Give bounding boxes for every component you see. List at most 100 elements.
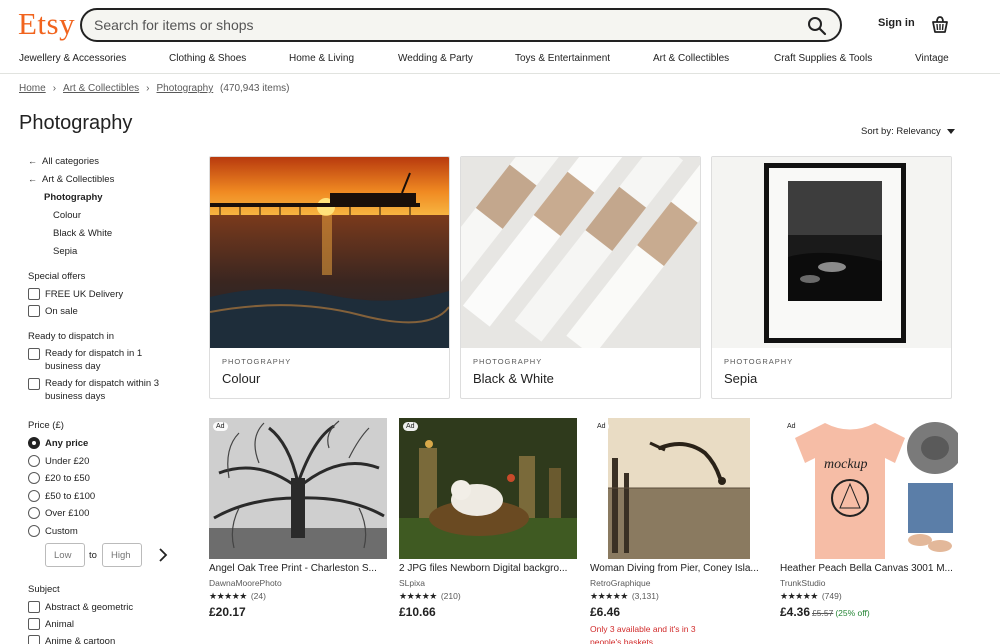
mockup-text: mockup [824,457,868,472]
price-over-100-label[interactable]: Over £100 [45,508,89,519]
listing-title[interactable]: 2 JPG files Newborn Digital backgro... [399,563,577,574]
breadcrumb: Home › Art & Collectibles › Photography (470… [19,83,290,94]
breadcrumb-art[interactable]: Art & Collectibles [63,83,139,94]
stock-warning: Only 3 available and it's in 3 people's … [590,624,696,644]
chevron-right-icon: › [52,83,57,94]
category-card-sepia[interactable]: PHOTOGRAPHY Sepia [711,156,952,399]
breadcrumb-photography[interactable]: Photography [157,83,214,94]
category-card-colour[interactable]: PHOTOGRAPHY Colour [209,156,450,399]
chevron-right-icon[interactable] [156,547,170,563]
listing-price: £4.36 £5.57 (25% off) [780,605,870,619]
price-custom-radio[interactable] [28,525,40,537]
subject-abstract-checkbox[interactable] [28,601,40,613]
dispatch-1-day-checkbox[interactable] [28,348,40,360]
nav-vintage[interactable]: Vintage [915,53,949,64]
price-any-radio[interactable] [28,437,40,449]
review-count: (3,131) [631,591,659,601]
listing-title[interactable]: Heather Peach Bella Canvas 3001 M... [780,563,958,574]
sunset-pier-image [210,157,449,348]
free-delivery-checkbox[interactable] [28,288,40,300]
listing-card[interactable]: Ad 2 JPG files Newborn Digital backgro..… [399,418,577,619]
discount-label: (25% off) [835,608,870,618]
price-50-100-label[interactable]: £50 to £100 [45,491,95,502]
parent-category-label: Art & Collectibles [42,174,115,185]
category-kicker: PHOTOGRAPHY [473,357,543,366]
etsy-logo[interactable]: Etsy [18,6,75,42]
dispatch-1-day-label[interactable]: Ready for dispatch in 1 business day [45,347,155,373]
site-header: Etsy Sign in Jewellery & Accessories Clo… [0,0,1000,74]
nav-craft[interactable]: Craft Supplies & Tools [774,53,872,64]
category-title: Black & White [473,371,554,386]
price-low-input[interactable] [45,543,85,567]
nav-toys[interactable]: Toys & Entertainment [515,53,610,64]
star-rating: ★★★★★ (749) [780,591,842,602]
listing-card[interactable]: mockup Ad Heather Peach Bella Canvas 300… [780,418,958,619]
parent-category-link[interactable]: ← Art & Collectibles [28,174,114,185]
listing-title[interactable]: Woman Diving from Pier, Coney Isla... [590,563,768,574]
shop-name: TrunkStudio [780,578,826,588]
sign-in-link[interactable]: Sign in [878,17,915,29]
review-count: (24) [250,591,266,601]
listing-card[interactable]: Ad Woman Diving from Pier, Coney Isla...… [590,418,768,644]
star-rating: ★★★★★ (24) [209,591,266,602]
ad-badge: Ad [784,422,799,431]
subject-heading: Subject [28,584,60,595]
review-count: (210) [440,591,461,601]
subject-anime-checkbox[interactable] [28,635,40,644]
price-20-50-radio[interactable] [28,472,40,484]
caret-down-icon [946,128,955,134]
price-any-label[interactable]: Any price [45,438,88,449]
all-categories-link[interactable]: ← All categories [28,156,99,167]
search-input[interactable] [94,16,794,34]
stars-icon: ★★★★★ [399,591,437,601]
on-sale-label[interactable]: On sale [45,305,78,318]
stars-icon: ★★★★★ [780,591,818,601]
nav-wedding[interactable]: Wedding & Party [398,53,473,64]
category-title: Sepia [724,371,758,386]
price-custom-label[interactable]: Custom [45,526,78,537]
sale-price: £4.36 [780,605,811,619]
ad-badge: Ad [594,422,609,431]
chevron-right-icon: › [146,83,150,94]
subcategory-colour[interactable]: Colour [53,210,81,221]
price-over-100-radio[interactable] [28,507,40,519]
original-price: £5.57 [812,608,834,618]
price-heading: Price (£) [28,420,64,431]
subcategory-black-white[interactable]: Black & White [53,228,112,239]
star-rating: ★★★★★ (210) [399,591,461,602]
on-sale-checkbox[interactable] [28,305,40,317]
shop-name: SLpixa [399,578,425,588]
breadcrumb-home[interactable]: Home [19,83,46,94]
price-high-input[interactable] [102,543,142,567]
current-category: Photography [44,192,103,203]
listing-title[interactable]: Angel Oak Tree Print - Charleston S... [209,563,387,574]
subcategory-sepia[interactable]: Sepia [53,246,77,257]
dispatch-heading: Ready to dispatch in [28,331,115,342]
nav-clothing[interactable]: Clothing & Shoes [169,53,246,64]
category-card-black-white[interactable]: PHOTOGRAPHY Black & White [460,156,701,399]
stars-icon: ★★★★★ [590,591,628,601]
subject-animal-checkbox[interactable] [28,618,40,630]
price-under-20-label[interactable]: Under £20 [45,456,89,467]
nav-jewellery[interactable]: Jewellery & Accessories [19,53,126,64]
price-under-20-radio[interactable] [28,455,40,467]
subject-abstract-label[interactable]: Abstract & geometric [45,601,133,614]
shop-name: RetroGraphique [590,578,651,588]
review-count: (749) [821,591,842,601]
star-rating: ★★★★★ (3,131) [590,591,659,602]
basket-icon[interactable] [930,14,950,34]
nav-art[interactable]: Art & Collectibles [653,53,729,64]
search-icon[interactable] [806,15,828,37]
subject-anime-label[interactable]: Anime & cartoon [45,635,115,644]
dispatch-3-days-checkbox[interactable] [28,378,40,390]
price-50-100-radio[interactable] [28,490,40,502]
sort-dropdown[interactable]: Sort by: Relevancy [861,126,955,137]
listing-card[interactable]: Ad Angel Oak Tree Print - Charleston S..… [209,418,387,619]
nav-home-living[interactable]: Home & Living [289,53,354,64]
arrow-left-icon: ← [28,174,37,184]
subject-animal-label[interactable]: Animal [45,618,74,631]
dispatch-3-days-label[interactable]: Ready for dispatch within 3 business day… [45,377,170,403]
price-20-50-label[interactable]: £20 to £50 [45,473,90,484]
search-bar [80,8,842,42]
free-delivery-label[interactable]: FREE UK Delivery [45,288,123,301]
